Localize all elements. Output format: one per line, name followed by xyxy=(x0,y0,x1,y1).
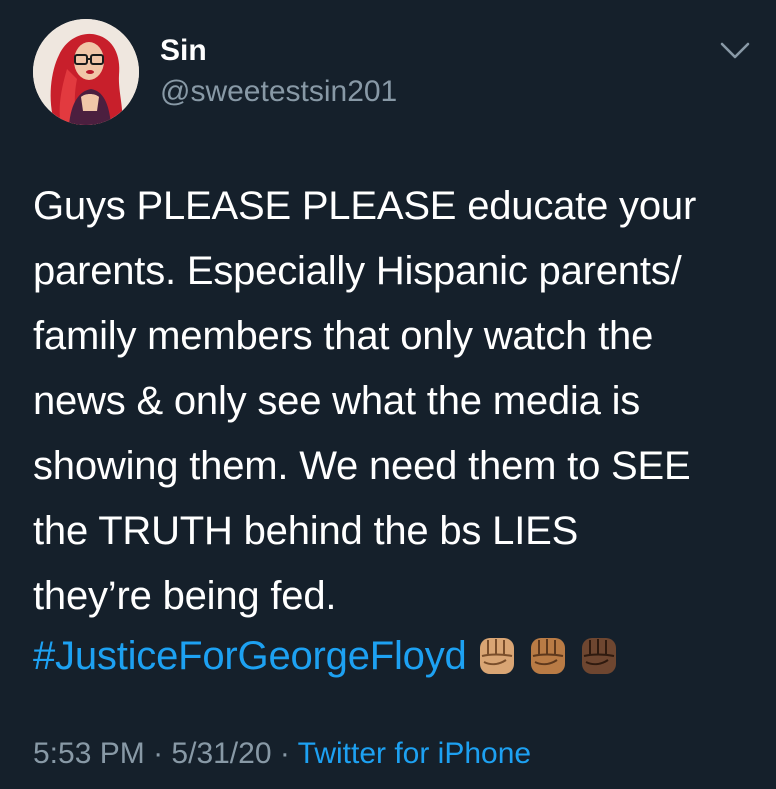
meta-separator: · xyxy=(153,737,164,770)
tweet-card: Sin @sweetestsin201 Guys PLEASE PLEASE e… xyxy=(0,0,776,789)
raised-fist-icon xyxy=(527,634,569,678)
profile-photo-icon xyxy=(33,19,139,125)
avatar[interactable] xyxy=(33,19,139,125)
chevron-down-icon[interactable] xyxy=(718,39,752,63)
hashtag-line: #JusticeForGeorgeFloyd xyxy=(33,626,620,686)
tweet-text: Guys PLEASE PLEASE educate your parents.… xyxy=(33,184,697,618)
raised-fist-icon xyxy=(578,634,620,678)
display-name[interactable]: Sin xyxy=(160,36,207,66)
tweet-meta: 5:53 PM · 5/31/20 · Twitter for iPhone xyxy=(33,736,531,772)
user-handle[interactable]: @sweetestsin201 xyxy=(160,77,397,107)
tweet-source-link[interactable]: Twitter for iPhone xyxy=(298,737,531,770)
tweet-time[interactable]: 5:53 PM xyxy=(33,737,145,770)
raised-fist-icon xyxy=(476,634,518,678)
meta-separator: · xyxy=(279,737,290,770)
tweet-date[interactable]: 5/31/20 xyxy=(171,737,271,770)
hashtag-link[interactable]: #JusticeForGeorgeFloyd xyxy=(33,626,467,686)
